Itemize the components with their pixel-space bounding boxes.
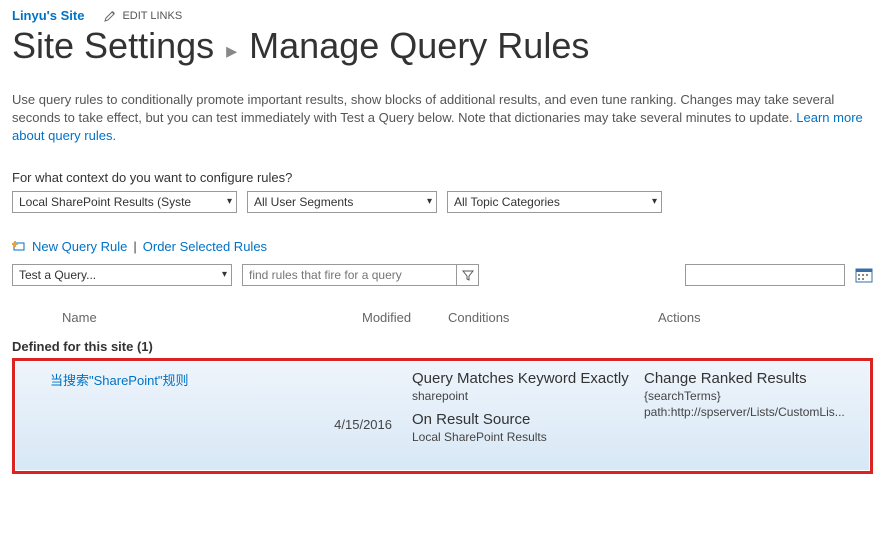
site-link[interactable]: Linyu's Site xyxy=(12,8,84,23)
caret-down-icon: ▾ xyxy=(222,269,227,280)
rule-modified-date: 4/15/2016 xyxy=(334,417,400,462)
condition-title: Query Matches Keyword Exactly xyxy=(412,370,632,387)
col-header-conditions: Conditions xyxy=(448,310,658,325)
action-subtext: path:http://spserver/Lists/CustomLis... xyxy=(644,405,863,419)
title-secondary: Manage Query Rules xyxy=(249,25,589,67)
table-header: Name Modified Conditions Actions xyxy=(12,286,873,333)
test-query-value: Test a Query... xyxy=(19,268,96,282)
filter-button[interactable] xyxy=(457,264,479,286)
table-row[interactable]: 当搜索"SharePoint"规则 4/15/2016 Query Matche… xyxy=(16,362,869,470)
page-title: Site Settings ▸ Manage Query Rules xyxy=(12,25,873,67)
filter-icon xyxy=(462,269,474,281)
calendar-button[interactable] xyxy=(855,267,873,283)
rule-name-link[interactable]: 当搜索"SharePoint"规则 xyxy=(50,370,400,389)
col-header-modified: Modified xyxy=(362,310,442,325)
title-primary: Site Settings xyxy=(12,25,214,67)
result-source-value: Local SharePoint Results (Syste xyxy=(19,195,191,209)
col-header-actions: Actions xyxy=(658,310,838,325)
edit-links-label: EDIT LINKS xyxy=(122,10,182,22)
order-selected-rules-link[interactable]: Order Selected Rules xyxy=(143,239,267,254)
rule-conditions-cell: Query Matches Keyword Exactly sharepoint… xyxy=(406,362,638,470)
highlighted-region: 当搜索"SharePoint"规则 4/15/2016 Query Matche… xyxy=(12,358,873,474)
new-item-icon xyxy=(12,240,26,252)
condition-subtext: Local SharePoint Results xyxy=(412,430,632,444)
topic-category-value: All Topic Categories xyxy=(454,195,560,209)
edit-links-button[interactable]: EDIT LINKS xyxy=(104,10,182,22)
result-source-select[interactable]: Local SharePoint Results (Syste ▾ xyxy=(12,191,237,213)
divider: | xyxy=(133,239,136,254)
action-subtext: {searchTerms} xyxy=(644,389,863,403)
col-header-name: Name xyxy=(62,310,362,325)
find-rules-input[interactable] xyxy=(242,264,457,286)
new-query-rule-link[interactable]: New Query Rule xyxy=(32,239,127,254)
description-text: Use query rules to conditionally promote… xyxy=(12,92,834,125)
user-segment-value: All User Segments xyxy=(254,195,353,209)
test-query-select[interactable]: Test a Query... ▾ xyxy=(12,264,232,286)
rule-actions-cell: Change Ranked Results {searchTerms} path… xyxy=(638,362,869,470)
caret-down-icon: ▾ xyxy=(427,196,432,207)
group-header: Defined for this site (1) xyxy=(12,339,873,354)
action-title: Change Ranked Results xyxy=(644,370,863,387)
topic-category-select[interactable]: All Topic Categories ▾ xyxy=(447,191,662,213)
calendar-icon xyxy=(855,267,873,283)
user-segment-select[interactable]: All User Segments ▾ xyxy=(247,191,437,213)
date-input[interactable] xyxy=(685,264,845,286)
page-description: Use query rules to conditionally promote… xyxy=(12,91,873,146)
pencil-icon xyxy=(104,10,116,22)
condition-title: On Result Source xyxy=(412,411,632,428)
breadcrumb-chevron-icon: ▸ xyxy=(226,38,237,64)
caret-down-icon: ▾ xyxy=(227,196,232,207)
context-label: For what context do you want to configur… xyxy=(12,170,873,185)
condition-subtext: sharepoint xyxy=(412,389,632,403)
caret-down-icon: ▾ xyxy=(652,196,657,207)
